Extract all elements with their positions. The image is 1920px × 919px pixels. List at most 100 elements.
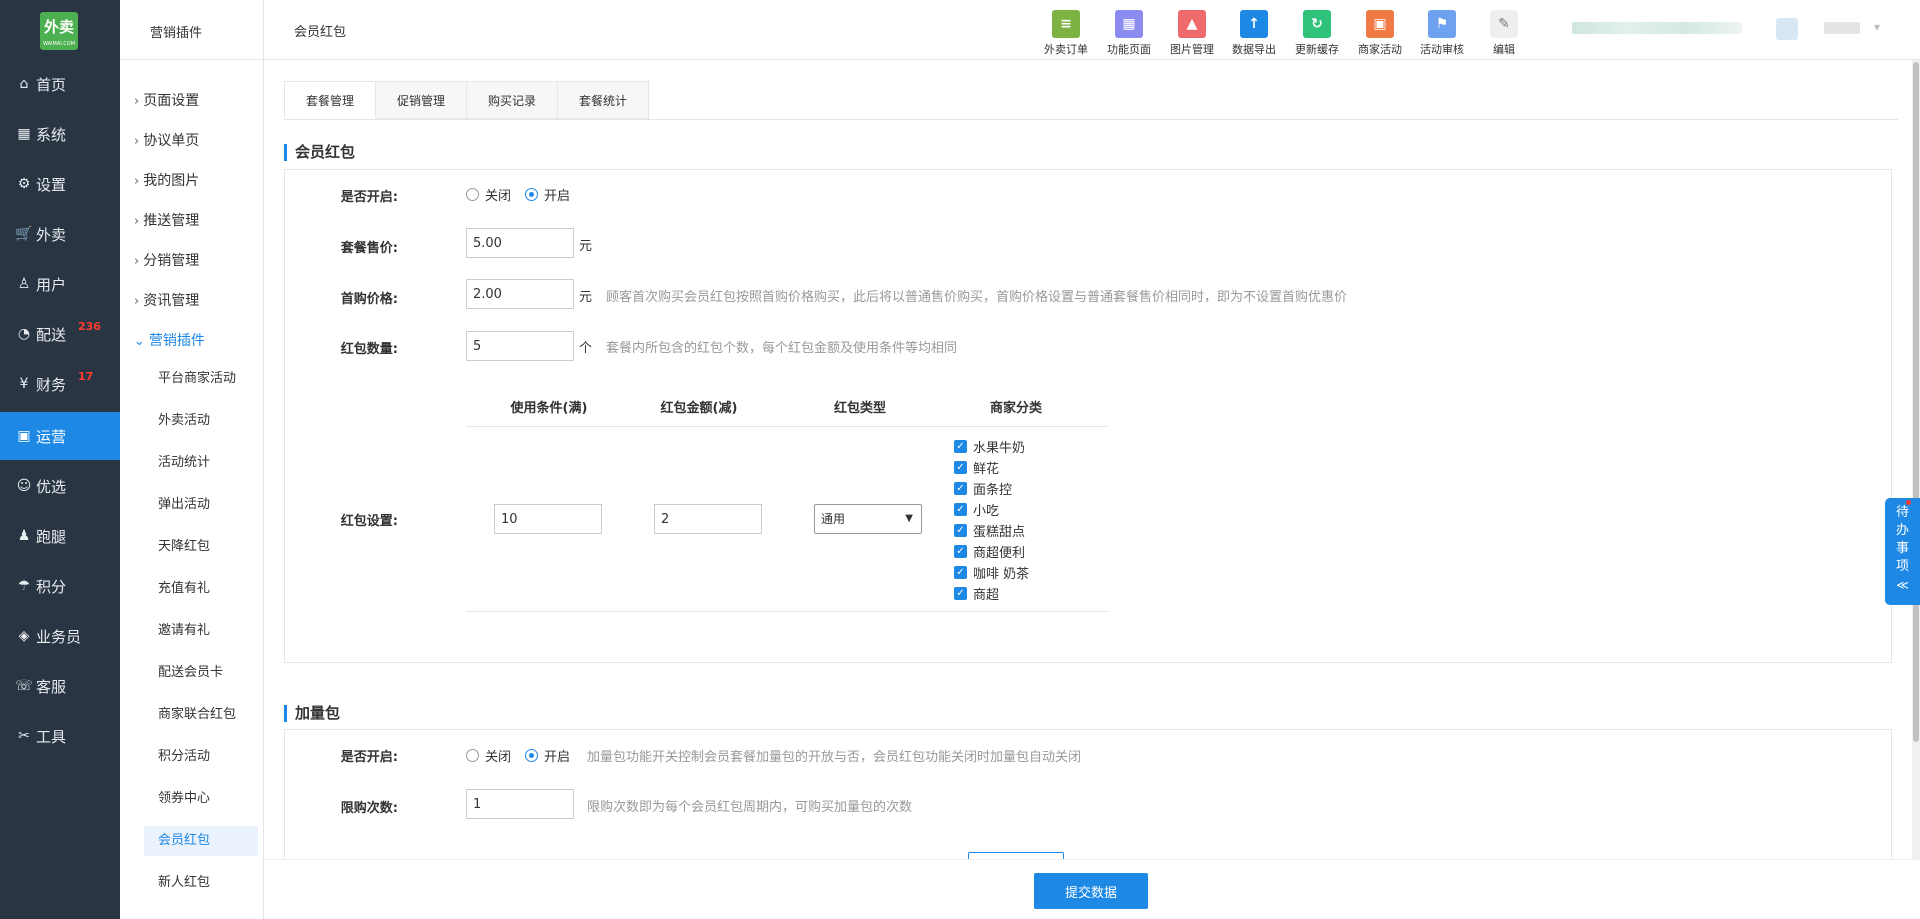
subnav-item[interactable]: 新人红包 bbox=[144, 868, 258, 898]
toolbar-activity-review[interactable]: ⚑ 活动审核 bbox=[1414, 10, 1470, 57]
nav-label: 系统 bbox=[36, 125, 67, 144]
avatar[interactable] bbox=[1776, 18, 1798, 40]
toolbar-refresh-cache[interactable]: ↻ 更新缓存 bbox=[1289, 10, 1345, 57]
subnav-item[interactable]: 天降红包 bbox=[144, 532, 258, 562]
app-logo[interactable]: 外卖 WAIMAI.COM bbox=[40, 12, 78, 50]
toolbar-takeout-orders[interactable]: ≡ 外卖订单 bbox=[1038, 10, 1094, 57]
nav-item-preferred[interactable]: ☺ 优选 bbox=[0, 462, 120, 510]
nav-item-home[interactable]: ⌂ 首页 bbox=[0, 60, 120, 108]
category-checkbox[interactable]: ✓ 咖啡 奶茶 bbox=[954, 563, 1029, 582]
checkbox-label: 小吃 bbox=[973, 504, 1000, 519]
subnav-item[interactable]: 外卖活动 bbox=[144, 406, 258, 436]
nav-item-takeout[interactable]: 🛒 外卖 bbox=[0, 210, 120, 258]
checkbox-checked-icon: ✓ bbox=[954, 524, 967, 537]
type-select[interactable]: 通用 ▼ bbox=[814, 504, 922, 534]
todo-float-tab[interactable]: 待 办 事 项 ≪ bbox=[1885, 498, 1920, 605]
limit-input[interactable] bbox=[466, 789, 574, 819]
finance-badge: 17 bbox=[78, 370, 94, 383]
subnav-item[interactable]: 活动统计 bbox=[144, 448, 258, 478]
chevron-down-icon: ⌄ bbox=[134, 334, 145, 349]
checkbox-label: 鲜花 bbox=[973, 462, 1000, 477]
category-checkbox[interactable]: ✓ 商超 bbox=[954, 584, 999, 603]
username-blurred[interactable] bbox=[1824, 22, 1860, 34]
enable-label: 是否开启: bbox=[340, 190, 398, 205]
first-price-input[interactable] bbox=[466, 279, 574, 309]
chevron-down-icon[interactable]: ▾ bbox=[1874, 20, 1880, 34]
subnav-item[interactable]: 弹出活动 bbox=[144, 490, 258, 520]
subnav-item[interactable]: 邀请有礼 bbox=[144, 616, 258, 646]
todo-char: 项 bbox=[1895, 559, 1909, 574]
radio-on[interactable]: 开启 bbox=[525, 185, 570, 204]
nav-item-points[interactable]: ☂ 积分 bbox=[0, 562, 120, 610]
tab-package-stats[interactable]: 套餐统计 bbox=[558, 81, 650, 119]
gift-icon: ▣ bbox=[1366, 10, 1394, 38]
upload-folder-icon: ↑ bbox=[1240, 10, 1268, 38]
nav-item-finance[interactable]: ¥ 财务 17 bbox=[0, 360, 120, 408]
price-input[interactable] bbox=[466, 228, 574, 258]
nav-item-operations[interactable]: ▣ 运营 bbox=[0, 412, 120, 460]
subnav-group-label: 我的图片 bbox=[143, 173, 200, 189]
subnav-group-marketing[interactable]: ⌄ 营销插件 bbox=[134, 330, 205, 350]
tab-purchase-records[interactable]: 购买记录 bbox=[467, 81, 559, 119]
subnav-item[interactable]: 领券中心 bbox=[144, 784, 258, 814]
nav-item-system[interactable]: ▦ 系统 bbox=[0, 110, 120, 158]
toolbar-function-pages[interactable]: ▦ 功能页面 bbox=[1101, 10, 1157, 57]
nav-item-salesman[interactable]: ◈ 业务员 bbox=[0, 612, 120, 660]
nav-item-errand[interactable]: ♟ 跑腿 bbox=[0, 512, 120, 560]
scrollbar-thumb[interactable] bbox=[1913, 62, 1919, 742]
amount-input[interactable] bbox=[654, 504, 762, 534]
subnav-item-active[interactable]: 会员红包 bbox=[144, 826, 258, 856]
tab-promotion-manage[interactable]: 促销管理 bbox=[376, 81, 468, 119]
checkbox-label: 蛋糕甜点 bbox=[973, 525, 1026, 540]
subnav-group-distribution[interactable]: › 分销管理 bbox=[134, 250, 199, 270]
subnav-group-label: 营销插件 bbox=[148, 333, 205, 349]
count-input[interactable] bbox=[466, 331, 574, 361]
chevron-right-icon: › bbox=[134, 174, 140, 189]
subnav-item[interactable]: 平台商家活动 bbox=[144, 364, 258, 394]
toolbar-image-manage[interactable]: ▲ 图片管理 bbox=[1164, 10, 1220, 57]
pencil-icon: ✎ bbox=[1490, 10, 1518, 38]
addon-radio-on[interactable]: 开启 bbox=[525, 746, 570, 765]
subnav-group-my-images[interactable]: › 我的图片 bbox=[134, 170, 199, 190]
category-checkbox[interactable]: ✓ 小吃 bbox=[954, 500, 999, 519]
addon-radio-off[interactable]: 关闭 bbox=[466, 746, 511, 765]
subnav-item[interactable]: 积分活动 bbox=[144, 742, 258, 772]
gift-icon: ▣ bbox=[17, 428, 31, 444]
toolbar-data-export[interactable]: ↑ 数据导出 bbox=[1226, 10, 1282, 57]
subnav-group-page-settings[interactable]: › 页面设置 bbox=[134, 90, 199, 110]
flag-icon: ⚑ bbox=[1428, 10, 1456, 38]
nav-item-users[interactable]: ♙ 用户 bbox=[0, 260, 120, 308]
toolbar-merchant-activity[interactable]: ▣ 商家活动 bbox=[1352, 10, 1408, 57]
nav-item-service[interactable]: ☏ 客服 bbox=[0, 662, 120, 710]
subnav-group-news[interactable]: › 资讯管理 bbox=[134, 290, 199, 310]
submit-button[interactable]: 提交数据 bbox=[1034, 873, 1148, 909]
checkbox-checked-icon: ✓ bbox=[954, 545, 967, 558]
subnav-group-agreement[interactable]: › 协议单页 bbox=[134, 130, 199, 150]
refresh-icon: ↻ bbox=[1303, 10, 1331, 38]
divider bbox=[120, 59, 264, 60]
subnav-item[interactable]: 充值有礼 bbox=[144, 574, 258, 604]
tab-package-manage[interactable]: 套餐管理 bbox=[284, 81, 377, 119]
category-checkbox[interactable]: ✓ 面条控 bbox=[954, 479, 1012, 498]
category-checkbox[interactable]: ✓ 水果牛奶 bbox=[954, 437, 1025, 456]
subnav-item[interactable]: 配送会员卡 bbox=[144, 658, 258, 688]
category-checkbox[interactable]: ✓ 蛋糕甜点 bbox=[954, 521, 1025, 540]
nav-item-tools[interactable]: ✂ 工具 bbox=[0, 712, 120, 760]
subnav-group-push[interactable]: › 推送管理 bbox=[134, 210, 199, 230]
radio-off[interactable]: 关闭 bbox=[466, 185, 511, 204]
tool-label: 活动审核 bbox=[1420, 43, 1464, 56]
limit-label: 限购次数: bbox=[340, 801, 398, 816]
nav-item-delivery[interactable]: ◔ 配送 236 bbox=[0, 310, 120, 358]
subnav-item[interactable]: 商家联合红包 bbox=[144, 700, 258, 730]
category-checkbox[interactable]: ✓ 鲜花 bbox=[954, 458, 999, 477]
subnav-group-label: 分销管理 bbox=[143, 253, 200, 269]
category-checkbox[interactable]: ✓ 商超便利 bbox=[954, 542, 1025, 561]
limit-hint: 限购次数即为每个会员红包周期内，可购买加量包的次数 bbox=[587, 800, 913, 815]
clipboard-icon: ≡ bbox=[1052, 10, 1080, 38]
subnav-title: 营销插件 bbox=[150, 26, 203, 41]
condition-input[interactable] bbox=[494, 504, 602, 534]
nav-item-settings[interactable]: ⚙ 设置 bbox=[0, 160, 120, 208]
toolbar-edit[interactable]: ✎ 编辑 bbox=[1476, 10, 1532, 57]
select-value: 通用 bbox=[821, 512, 846, 526]
radio-label: 开启 bbox=[544, 189, 571, 204]
